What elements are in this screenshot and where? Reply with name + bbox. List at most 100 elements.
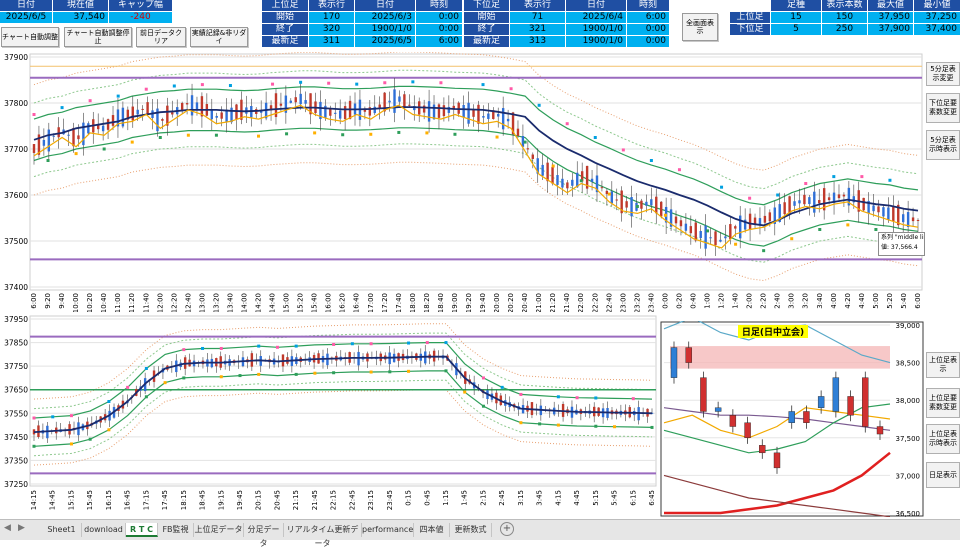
signal-marker	[594, 396, 598, 400]
candle-body	[734, 226, 737, 229]
upper-timeframe-chart[interactable]: 37950 37850 37750 37650 37550 37450 37350 37250…	[0, 314, 660, 518]
candle-body	[788, 196, 791, 214]
upper-count-button[interactable]: 上位足要素数変更	[926, 388, 960, 418]
tab-formulas[interactable]: 更新数式	[450, 523, 492, 537]
x-tick-label: 14:15	[30, 490, 38, 510]
signal-marker	[551, 164, 555, 168]
tab-sheet1[interactable]: Sheet1	[42, 523, 82, 537]
scroll-left-icon[interactable]: ◀	[4, 523, 11, 533]
signal-marker	[313, 371, 317, 375]
scroll-right-icon[interactable]: ▶	[18, 523, 25, 533]
summary-max: 37,900	[868, 24, 913, 35]
candle-body	[788, 411, 795, 423]
tab-performance[interactable]: performance	[362, 523, 414, 537]
x-tick-label: 2:00	[746, 293, 754, 309]
auto-adjust-stop-button[interactable]: チャート自動調整停止	[64, 27, 132, 47]
y-tick-label: 36,500	[896, 510, 921, 517]
candle-body	[497, 113, 500, 117]
x-tick-label: 18:15	[180, 490, 188, 510]
signal-marker	[407, 369, 411, 373]
candle-body	[501, 108, 505, 130]
tab-minute-data[interactable]: 分足データ	[244, 523, 284, 548]
x-tick-label: 0:45	[423, 490, 431, 506]
candle-body	[487, 113, 490, 119]
candle-body	[748, 213, 752, 230]
five-min-display-2-button[interactable]: 5分足表示時表示	[926, 130, 960, 160]
candle-body	[739, 215, 742, 239]
candle-body	[630, 196, 633, 217]
candle-body	[462, 104, 465, 118]
candle-body	[516, 128, 520, 136]
candle-body	[758, 218, 762, 225]
x-tick-label: 23:15	[367, 490, 375, 510]
tab-upper-data[interactable]: 上位足データ	[194, 523, 244, 537]
five-minute-chart[interactable]: 37900 37800 37700 37600 37500 37400 6:00 9:20 9…	[0, 52, 925, 312]
candle-body	[343, 106, 347, 120]
signal-marker	[523, 140, 527, 144]
five-min-display-button[interactable]: 5分足表示変更	[926, 62, 960, 86]
signal-marker	[219, 375, 223, 379]
x-tick-label: 20:15	[255, 490, 263, 510]
candle-body	[408, 104, 411, 106]
signal-marker	[163, 381, 167, 385]
prev-day-clear-button[interactable]: 前日データクリア	[136, 27, 186, 47]
signal-marker	[257, 134, 261, 138]
tab-fb-watch[interactable]: FB監視	[158, 523, 194, 537]
signal-marker	[201, 346, 205, 350]
fullscreen-button[interactable]: 全画面表示	[682, 13, 718, 41]
candle-body	[477, 104, 480, 124]
candle-body	[793, 201, 796, 206]
signal-marker	[383, 81, 387, 85]
candle-body	[432, 104, 436, 120]
candle-body	[111, 115, 115, 126]
upper-display-2-button[interactable]: 上位足表示時表示	[926, 424, 960, 454]
upper-display-button[interactable]: 上位足表示	[926, 352, 960, 378]
candle-body	[442, 105, 446, 117]
realtime-toggle-button[interactable]: 実績記録&非リダイ	[190, 27, 248, 47]
x-tick-label: 18:00	[409, 293, 417, 312]
summary-col-count: 表示本数	[822, 0, 867, 11]
x-tick-label: 15:15	[67, 490, 75, 510]
signal-marker	[538, 422, 542, 426]
signal-marker	[874, 228, 878, 231]
lower-row-label: 終了	[464, 24, 509, 35]
tab-realtime-data[interactable]: リアルタイム更新データ	[284, 523, 362, 548]
candle-body	[467, 102, 470, 124]
summary-col-kind: 足種	[771, 0, 821, 11]
candle-body	[388, 100, 391, 103]
signal-marker	[172, 84, 176, 88]
x-tick-label: 3:40	[816, 293, 824, 309]
lower-count-button[interactable]: 下位足要素数変更	[926, 93, 960, 123]
add-sheet-icon[interactable]: +	[500, 522, 514, 536]
signal-marker	[621, 148, 625, 152]
candle-body	[719, 239, 722, 242]
auto-adjust-button[interactable]: チャート自動調整	[1, 27, 59, 47]
candle-body	[709, 237, 712, 239]
candle-body	[763, 215, 767, 223]
daily-display-button[interactable]: 日足表示	[926, 462, 960, 488]
x-tick-label: 5:20	[886, 293, 894, 309]
candle-body	[403, 94, 406, 109]
x-tick-label: 4:15	[554, 490, 562, 506]
lower-row-date: 2025/6/4	[566, 12, 626, 23]
y-tick-label: 37850	[4, 339, 28, 348]
y-tick-label: 39,000	[896, 322, 921, 330]
tab-download[interactable]: download	[82, 523, 126, 537]
y-tick-label: 37900	[4, 53, 28, 62]
candle-body	[136, 109, 139, 115]
tab-ohlc[interactable]: 四本値	[414, 523, 450, 537]
x-tick-label: 11:20	[128, 293, 136, 312]
signal-marker	[481, 83, 485, 87]
signal-marker	[888, 178, 892, 182]
signal-marker	[60, 106, 64, 110]
signal-marker	[332, 371, 336, 375]
signal-marker	[144, 87, 148, 91]
y-axis-ticks: 37950 37850 37750 37650 37550 37450 37350 37250	[4, 315, 28, 489]
daily-chart[interactable]: 39,000 38,500 38,000 37,500 37,000 36,500 日足(…	[660, 321, 924, 517]
x-tick-label: 23:45	[386, 490, 394, 510]
tab-rtc[interactable]: R T C	[126, 523, 158, 537]
x-tick-label: 2:20	[760, 293, 768, 309]
candle-body	[195, 102, 199, 111]
candle-body	[906, 212, 910, 227]
signal-marker	[579, 179, 583, 183]
